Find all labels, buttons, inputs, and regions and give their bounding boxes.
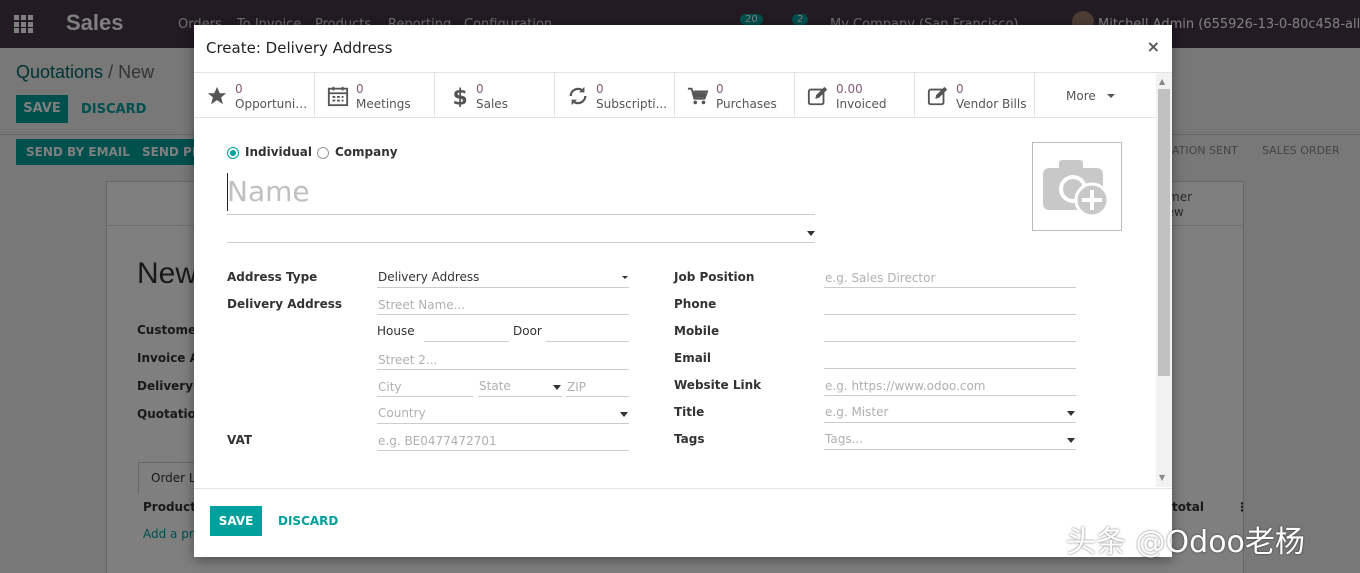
more-stats-dropdown[interactable]: More: [1035, 73, 1156, 118]
stat-value: 0: [235, 82, 243, 96]
stat-label: Invoiced: [836, 97, 887, 111]
photo-upload[interactable]: [1032, 142, 1122, 231]
website-input[interactable]: [824, 376, 1076, 396]
radio-dot: [227, 147, 239, 159]
modal-scrollbar[interactable]: ▲ ▼: [1156, 73, 1172, 487]
state-placeholder: State: [479, 379, 511, 393]
stat-label: Purchases: [716, 97, 777, 111]
modal-footer: SAVE DISCARD: [194, 488, 1172, 557]
stat-label: Opportunit...: [235, 97, 311, 111]
discard-button[interactable]: DISCARD: [278, 514, 338, 528]
stat-sales[interactable]: $ 0 Sales: [435, 73, 555, 118]
email-input[interactable]: [824, 349, 1076, 369]
chevron-down-icon: [1067, 411, 1075, 416]
country-select[interactable]: Country: [377, 404, 629, 424]
tags-select[interactable]: Tags...: [824, 430, 1076, 450]
phone-label: Phone: [674, 297, 717, 311]
city-input[interactable]: [377, 377, 473, 397]
radio-company-label: Company: [335, 145, 398, 159]
state-select[interactable]: State: [478, 377, 562, 397]
country-placeholder: Country: [378, 406, 426, 420]
house-input[interactable]: [424, 322, 509, 342]
stat-label: Vendor Bills: [956, 97, 1027, 111]
modal-header: Create: Delivery Address ×: [194, 25, 1172, 73]
calendar-icon: [327, 86, 349, 107]
address-type-select[interactable]: Delivery Address: [377, 268, 629, 288]
star-icon: [207, 86, 227, 105]
address-type-label: Address Type: [227, 270, 318, 284]
title-select[interactable]: e.g. Mister: [824, 403, 1076, 423]
email-label: Email: [674, 351, 712, 365]
address-type-value: Delivery Address: [378, 270, 480, 284]
stat-value: 0: [596, 82, 604, 96]
stat-vendor-bills[interactable]: 0 Vendor Bills: [915, 73, 1035, 118]
door-label: Door: [513, 324, 542, 338]
cart-icon: [687, 87, 709, 105]
edit-icon: [807, 86, 828, 106]
stat-value: 0.00: [836, 82, 863, 96]
dollar-icon: $: [453, 85, 468, 107]
save-button[interactable]: SAVE: [210, 506, 262, 536]
more-label: More: [1066, 89, 1096, 103]
stat-value: 0: [356, 82, 364, 96]
mobile-label: Mobile: [674, 324, 720, 338]
street2-input[interactable]: [377, 350, 629, 370]
street-input[interactable]: [377, 295, 629, 315]
title-label: Title: [674, 405, 705, 419]
scroll-up-icon[interactable]: ▲: [1159, 77, 1165, 86]
tags-placeholder: Tags...: [825, 432, 864, 446]
stat-label: Sales: [476, 97, 508, 111]
phone-input[interactable]: [824, 295, 1076, 315]
radio-individual-label: Individual: [245, 145, 312, 159]
stat-label: Meetings: [356, 97, 411, 111]
delivery-address-label: Delivery Address: [227, 297, 343, 311]
parent-company-select[interactable]: [227, 219, 815, 243]
stat-value: 0: [476, 82, 484, 96]
vat-input[interactable]: [377, 431, 629, 451]
text-cursor: [227, 173, 228, 211]
tags-label: Tags: [674, 432, 705, 446]
radio-dot: [317, 147, 329, 159]
close-icon[interactable]: ×: [1147, 37, 1160, 56]
stat-value: 0: [716, 82, 724, 96]
name-input[interactable]: [227, 169, 815, 215]
edit-icon: [927, 86, 948, 106]
chevron-down-icon: [1107, 94, 1115, 98]
title-placeholder: e.g. Mister: [825, 405, 889, 419]
chevron-down-icon: [807, 231, 815, 236]
scroll-thumb[interactable]: [1158, 89, 1170, 376]
zip-input[interactable]: [566, 377, 629, 397]
modal-body: 0 Opportunit... 0 Meetings $ 0 Sales 0 S…: [194, 73, 1156, 487]
job-position-input[interactable]: [824, 268, 1076, 288]
scroll-down-icon[interactable]: ▼: [1159, 473, 1165, 482]
camera-add-icon: [1043, 160, 1110, 218]
stat-opportunities[interactable]: 0 Opportunit...: [194, 73, 315, 118]
stat-invoiced[interactable]: 0.00 Invoiced: [795, 73, 915, 118]
chevron-down-icon: [1067, 438, 1075, 443]
modal-title: Create: Delivery Address: [206, 39, 393, 57]
chevron-down-icon: [553, 385, 561, 390]
chevron-down-icon: [622, 276, 628, 279]
job-position-label: Job Position: [674, 270, 755, 284]
stat-button-box: 0 Opportunit... 0 Meetings $ 0 Sales 0 S…: [194, 73, 1156, 118]
door-input[interactable]: [546, 322, 629, 342]
website-label: Website Link: [674, 378, 762, 392]
watermark: 头条 @Odoo老杨: [1066, 525, 1305, 560]
svg-text:$: $: [453, 85, 468, 107]
stat-meetings[interactable]: 0 Meetings: [315, 73, 435, 118]
create-delivery-address-dialog: Create: Delivery Address × 0 Opportunit.…: [194, 25, 1172, 557]
stat-purchases[interactable]: 0 Purchases: [675, 73, 795, 118]
mobile-input[interactable]: [824, 322, 1076, 342]
house-label: House: [377, 324, 415, 338]
stat-value: 0: [956, 82, 964, 96]
vat-label: VAT: [227, 433, 253, 447]
chevron-down-icon: [620, 412, 628, 417]
refresh-icon: [569, 86, 587, 106]
stat-label: Subscripti...: [596, 97, 668, 111]
stat-subscriptions[interactable]: 0 Subscripti...: [555, 73, 675, 118]
